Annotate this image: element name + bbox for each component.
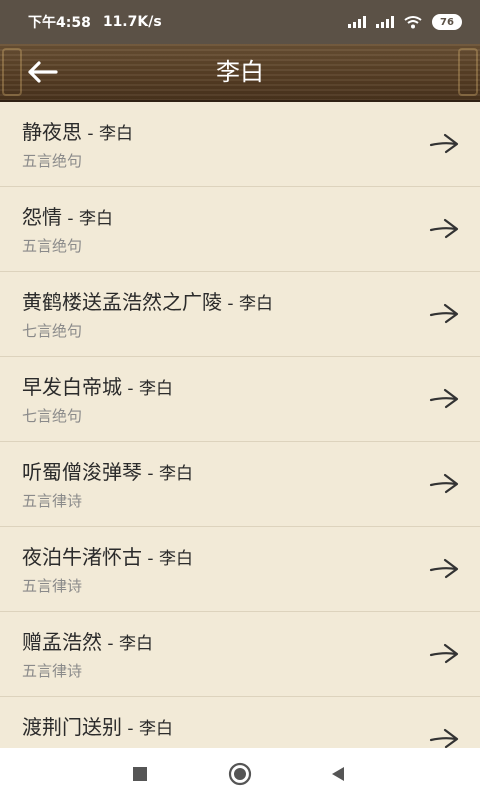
poem-form: 五言绝句 xyxy=(22,152,83,170)
separator: - xyxy=(122,719,139,739)
poem-author: 李白 xyxy=(78,209,113,229)
status-bar: 下午4:58 11.7K/s 76 xyxy=(0,0,480,44)
arrow-right-icon xyxy=(429,303,459,324)
navigation-bar xyxy=(0,748,480,800)
circle-icon xyxy=(228,762,252,786)
signal-icon xyxy=(348,16,366,28)
network-speed: 11.7K/s xyxy=(102,14,162,30)
poem-form: 五言律诗 xyxy=(22,662,83,680)
arrow-right-icon xyxy=(429,473,459,494)
poem-author: 李白 xyxy=(158,549,193,569)
arrow-right-icon xyxy=(429,388,459,409)
poem-heading: 早发白帝城 - 李白 xyxy=(22,371,173,400)
nav-back-button[interactable] xyxy=(326,762,350,786)
arrow-right-icon xyxy=(429,728,459,748)
separator: - xyxy=(142,549,159,569)
arrow-right-icon xyxy=(429,218,459,239)
arrow-right-icon xyxy=(429,643,459,664)
poem-title: 听蜀僧浚弹琴 xyxy=(22,460,142,484)
poem-heading: 怨情 - 李白 xyxy=(22,201,113,230)
poem-title: 早发白帝城 xyxy=(22,375,122,399)
poem-heading: 赠孟浩然 - 李白 xyxy=(22,626,153,655)
square-icon xyxy=(133,767,147,781)
separator: - xyxy=(142,464,159,484)
poem-title: 怨情 xyxy=(22,205,62,229)
list-item[interactable]: 早发白帝城 - 李白七言绝句 xyxy=(0,357,480,442)
list-item[interactable]: 怨情 - 李白五言绝句 xyxy=(0,187,480,272)
separator: - xyxy=(222,294,239,314)
arrow-right-icon xyxy=(429,558,459,579)
poem-form: 五言绝句 xyxy=(22,237,83,255)
poem-author: 李白 xyxy=(158,464,193,484)
poem-form: 七言绝句 xyxy=(22,322,83,340)
list-item[interactable]: 听蜀僧浚弹琴 - 李白五言律诗 xyxy=(0,442,480,527)
poem-author: 李白 xyxy=(138,379,173,399)
status-right: 76 xyxy=(348,14,462,30)
recents-button[interactable] xyxy=(128,762,152,786)
list-item[interactable]: 赠孟浩然 - 李白五言律诗 xyxy=(0,612,480,697)
app-header: 李白 xyxy=(0,44,480,102)
arrow-right-icon xyxy=(429,133,459,154)
poem-author: 李白 xyxy=(98,124,133,144)
poem-title: 静夜思 xyxy=(22,120,82,144)
separator: - xyxy=(102,634,119,654)
separator: - xyxy=(62,209,79,229)
status-left: 下午4:58 11.7K/s xyxy=(28,12,162,32)
poem-title: 渡荆门送别 xyxy=(22,715,122,739)
poem-title: 赠孟浩然 xyxy=(22,630,102,654)
poem-heading: 渡荆门送别 - 李白 xyxy=(22,711,173,740)
poem-title: 黄鹤楼送孟浩然之广陵 xyxy=(22,290,222,314)
separator: - xyxy=(82,124,99,144)
poem-heading: 黄鹤楼送孟浩然之广陵 - 李白 xyxy=(22,286,273,315)
poem-form: 七言绝句 xyxy=(22,407,83,425)
poem-heading: 静夜思 - 李白 xyxy=(22,116,133,145)
status-time: 下午4:58 xyxy=(28,15,91,31)
poem-title: 夜泊牛渚怀古 xyxy=(22,545,142,569)
poem-form: 五言律诗 xyxy=(22,577,83,595)
poem-form: 五言律诗 xyxy=(22,492,83,510)
wifi-icon xyxy=(404,15,422,29)
poem-heading: 夜泊牛渚怀古 - 李白 xyxy=(22,541,193,570)
poem-author: 李白 xyxy=(138,719,173,739)
poem-author: 李白 xyxy=(238,294,273,314)
signal-icon xyxy=(376,16,394,28)
home-button[interactable] xyxy=(228,762,252,786)
page-title: 李白 xyxy=(216,58,264,86)
list-item[interactable]: 渡荆门送别 - 李白五言律诗 xyxy=(0,697,480,748)
poem-author: 李白 xyxy=(118,634,153,654)
list-item[interactable]: 静夜思 - 李白 五言绝句 xyxy=(0,102,480,187)
separator: - xyxy=(122,379,139,399)
poem-heading: 听蜀僧浚弹琴 - 李白 xyxy=(22,456,193,485)
battery-indicator: 76 xyxy=(432,14,462,30)
poem-list: 静夜思 - 李白 五言绝句 怨情 - 李白 五言绝句 黄鹤楼送孟浩然之广陵 - 李白 七言… xyxy=(0,102,480,748)
triangle-icon xyxy=(332,767,344,781)
list-item[interactable]: 黄鹤楼送孟浩然之广陵 - 李白七言绝句 xyxy=(0,272,480,357)
list-item[interactable]: 夜泊牛渚怀古 - 李白五言律诗 xyxy=(0,527,480,612)
